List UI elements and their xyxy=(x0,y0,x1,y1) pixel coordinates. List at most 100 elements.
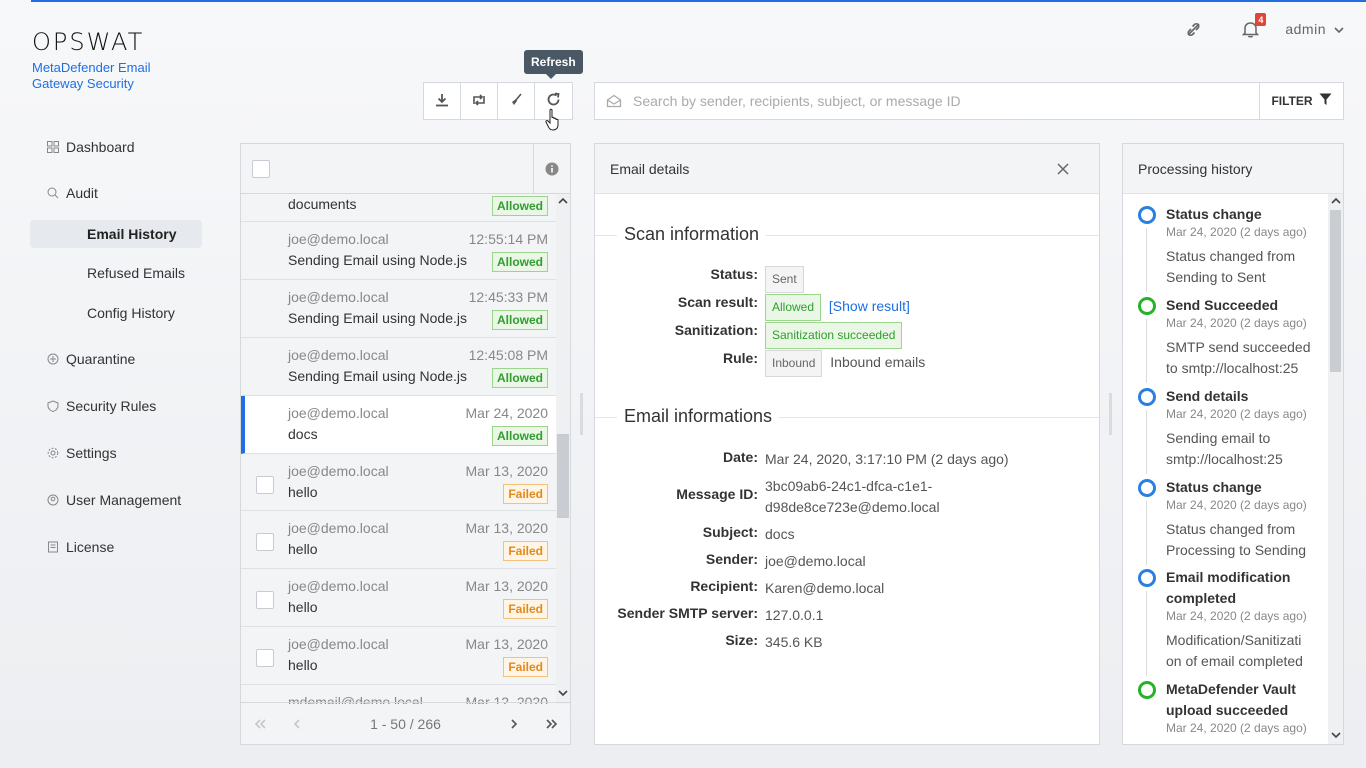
nav-refused-emails[interactable]: Refused Emails xyxy=(30,259,202,287)
email-sender: joe@demo.local xyxy=(288,231,389,247)
resize-handle[interactable] xyxy=(580,393,583,435)
disconnect-icon[interactable] xyxy=(1182,18,1204,40)
rule-value: Inbound emails xyxy=(830,354,926,370)
filter-button[interactable]: FILTER xyxy=(1259,83,1343,119)
status-badge: Failed xyxy=(503,657,548,677)
rule-badge: Inbound xyxy=(765,350,823,377)
message-id-line1: 3bc09ab6-24c1-dfca-c1e1- xyxy=(765,478,933,494)
history-title-line2: completed xyxy=(1166,590,1237,606)
info-icon[interactable] xyxy=(533,144,570,194)
show-result-link[interactable]: [Show result] xyxy=(829,298,910,314)
first-page-icon[interactable] xyxy=(241,703,278,745)
select-all-checkbox[interactable] xyxy=(252,159,270,178)
email-row-selected[interactable]: joe@demo.local Mar 24, 2020 docs Allowed xyxy=(241,396,556,454)
broom-icon xyxy=(509,92,523,110)
history-date: Mar 24, 2020 (2 days ago) xyxy=(1166,225,1307,239)
row-checkbox[interactable] xyxy=(256,476,274,494)
dashboard-icon xyxy=(46,140,60,154)
field-label: Scan result: xyxy=(677,294,758,310)
email-time: 12:45:33 PM xyxy=(468,289,548,305)
scroll-up-icon[interactable] xyxy=(1331,197,1341,207)
nav-license[interactable]: License xyxy=(30,532,230,562)
close-icon[interactable] xyxy=(1057,159,1069,179)
sender-field: Sender: joe@demo.local xyxy=(595,551,1099,572)
prev-page-icon[interactable] xyxy=(278,703,315,745)
history-desc-line2: on of email completed xyxy=(1166,653,1303,669)
email-sender: joe@demo.local xyxy=(288,520,389,536)
search-bar: FILTER xyxy=(594,82,1344,120)
sanitization-field: Sanitization: Sanitization succeeded xyxy=(595,322,1099,349)
nav-audit[interactable]: Audit xyxy=(30,178,230,208)
chevron-down-icon xyxy=(1334,21,1344,37)
nav-quarantine-label: Quarantine xyxy=(66,351,136,367)
history-desc: Sending email to smtp://localhost:25 xyxy=(1166,428,1326,470)
history-desc-line1: Modification/Sanitizati xyxy=(1166,632,1302,648)
refresh-tooltip: Refresh xyxy=(524,50,583,79)
status-field: Status: Sent xyxy=(595,266,1099,293)
sanitize-button[interactable] xyxy=(498,83,535,119)
nav-user-management[interactable]: User Management xyxy=(30,485,230,515)
download-button[interactable] xyxy=(424,83,461,119)
search-input[interactable] xyxy=(633,93,1259,109)
notifications-icon[interactable]: 4 xyxy=(1239,13,1267,40)
nav-dashboard[interactable]: Dashboard xyxy=(30,132,230,162)
status-badge: Allowed xyxy=(491,196,548,216)
scrollbar-thumb[interactable] xyxy=(1330,210,1341,372)
sanitization-badge: Sanitization succeeded xyxy=(765,322,903,349)
email-row[interactable]: joe@demo.local Mar 13, 2020 hello Failed xyxy=(241,511,556,569)
envelope-open-icon xyxy=(595,94,633,108)
row-checkbox[interactable] xyxy=(256,591,274,609)
email-list: documents Allowed joe@demo.local 12:55:1… xyxy=(241,194,556,704)
pointer-cursor-icon xyxy=(544,108,564,135)
scrollbar-thumb[interactable] xyxy=(557,434,569,518)
filter-label: FILTER xyxy=(1271,94,1313,108)
next-page-icon[interactable] xyxy=(496,703,533,745)
email-list-header xyxy=(241,144,570,194)
history-title-line1: Email modification xyxy=(1166,569,1291,585)
row-checkbox[interactable] xyxy=(256,649,274,667)
pagination: 1 - 50 / 266 xyxy=(241,702,570,744)
history-scrollbar[interactable] xyxy=(1328,194,1343,744)
scan-result-badge: Allowed xyxy=(765,294,822,321)
download-icon xyxy=(435,93,449,110)
resend-button[interactable] xyxy=(461,83,498,119)
email-subject: documents xyxy=(288,196,357,212)
history-desc-line1: Status changed from xyxy=(1166,521,1296,537)
scroll-down-icon[interactable] xyxy=(1331,732,1341,742)
smtp-server-field: Sender SMTP server: 127.0.0.1 xyxy=(595,605,1099,626)
email-row[interactable]: joe@demo.local Mar 13, 2020 hello Failed xyxy=(241,627,556,685)
scroll-down-icon[interactable] xyxy=(558,690,568,700)
email-row[interactable]: joe@demo.local 12:45:33 PM Sending Email… xyxy=(241,280,556,338)
scan-information-section: Scan information xyxy=(595,224,1099,248)
scroll-up-icon[interactable] xyxy=(558,197,568,207)
email-row[interactable]: joe@demo.local Mar 13, 2020 hello Failed xyxy=(241,454,556,511)
nav-email-history[interactable]: Email History xyxy=(30,220,202,248)
email-row[interactable]: documents Allowed xyxy=(241,194,556,222)
nav-settings[interactable]: Settings xyxy=(30,438,230,468)
field-label: Sender: xyxy=(705,551,758,567)
nav-config-history[interactable]: Config History xyxy=(30,299,202,327)
history-title: Send details xyxy=(1166,388,1249,404)
history-desc-line1: Status changed from xyxy=(1166,248,1296,264)
email-row[interactable]: joe@demo.local Mar 13, 2020 hello Failed xyxy=(241,569,556,627)
email-time: Mar 13, 2020 xyxy=(465,636,549,652)
nav-quarantine[interactable]: Quarantine xyxy=(30,344,230,374)
email-row[interactable]: joe@demo.local 12:55:14 PM Sending Email… xyxy=(241,222,556,280)
last-page-icon[interactable] xyxy=(533,703,570,745)
field-label: Subject: xyxy=(702,524,758,540)
logo: OPSWAT MetaDefender Email Gateway Securi… xyxy=(32,28,182,92)
field-label: Sender SMTP server: xyxy=(617,605,758,621)
email-list-scrollbar[interactable] xyxy=(556,194,570,704)
nav-security-rules[interactable]: Security Rules xyxy=(30,391,230,421)
field-label: Message ID: xyxy=(676,486,758,502)
sidebar-nav: Dashboard Audit Email History Refused Em… xyxy=(30,132,230,562)
row-checkbox[interactable] xyxy=(256,533,274,551)
resize-handle[interactable] xyxy=(1109,393,1112,435)
history-date: Mar 24, 2020 (2 days ago) xyxy=(1166,609,1307,623)
email-list-panel: documents Allowed joe@demo.local 12:55:1… xyxy=(240,143,571,745)
status-dot-icon xyxy=(1138,479,1156,497)
email-row[interactable]: joe@demo.local 12:45:08 PM Sending Email… xyxy=(241,338,556,396)
history-desc: Status changed from Sending to Sent xyxy=(1166,246,1326,288)
user-menu[interactable]: admin xyxy=(1285,21,1344,37)
email-sender: joe@demo.local xyxy=(288,636,389,652)
